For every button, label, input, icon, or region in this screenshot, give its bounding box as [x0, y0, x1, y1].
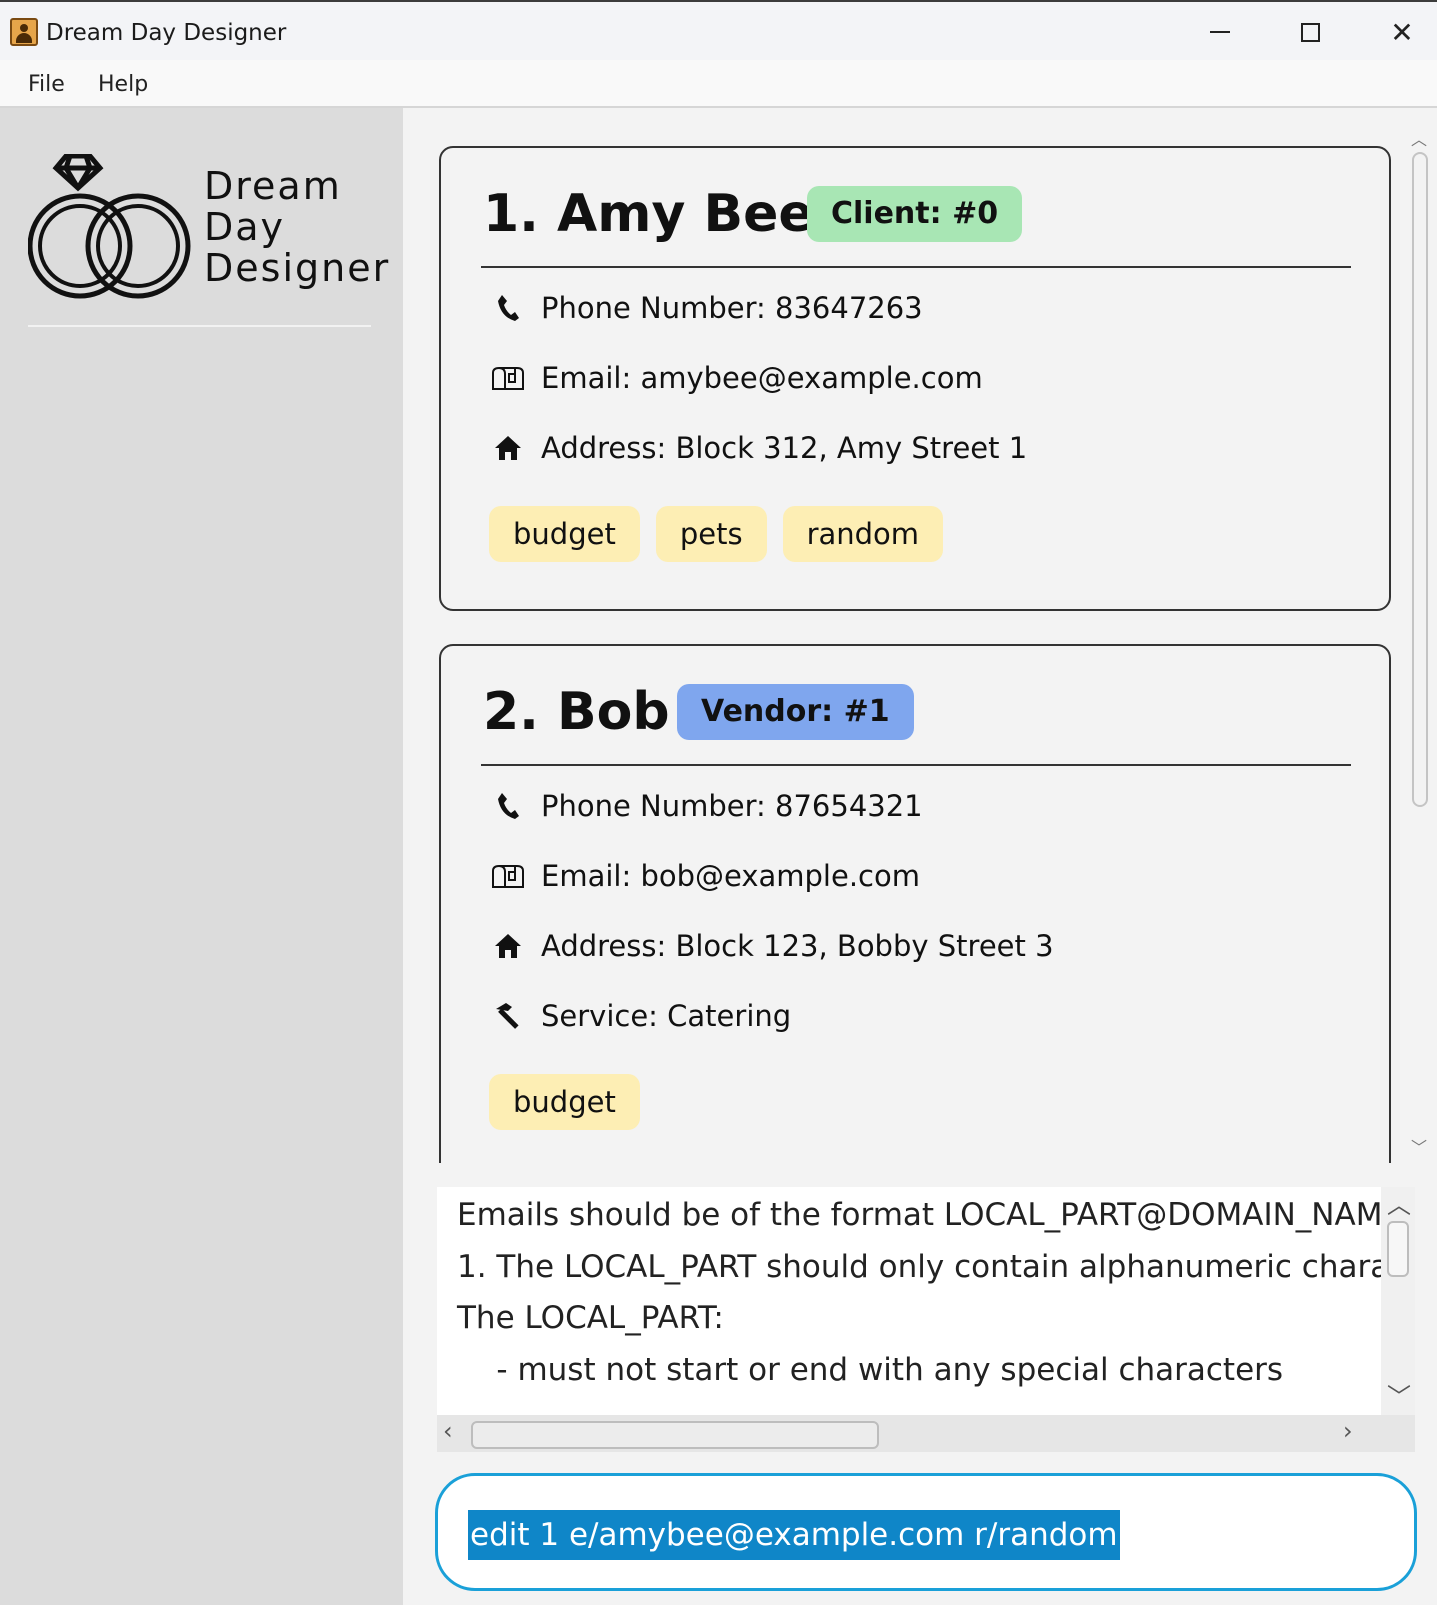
- contact-card[interactable]: 1. Amy Bee Client: #0 Phone Number: 8364…: [439, 146, 1391, 611]
- logo-text-line: Dream: [204, 164, 342, 208]
- contact-list[interactable]: 1. Amy Bee Client: #0 Phone Number: 8364…: [403, 108, 1437, 1163]
- scrollbar-thumb[interactable]: [1387, 1221, 1409, 1277]
- chevron-right-icon[interactable]: ›: [1343, 1417, 1353, 1445]
- phone-row: Phone Number: 87654321: [489, 786, 923, 826]
- service-text: Service: Catering: [541, 999, 792, 1033]
- scroll-up-icon[interactable]: ︿: [1411, 126, 1427, 150]
- maximize-button[interactable]: [1280, 12, 1340, 52]
- email-text: Email: bob@example.com: [541, 859, 920, 893]
- email-text: Email: amybee@example.com: [541, 361, 983, 395]
- card-divider: [481, 764, 1351, 766]
- tag: random: [782, 506, 944, 562]
- mailbox-icon: [489, 858, 527, 894]
- result-vertical-scrollbar[interactable]: ︿ ﹀: [1381, 1187, 1415, 1415]
- scrollbar-thumb[interactable]: [471, 1421, 879, 1449]
- tag-list: budget: [489, 1074, 640, 1130]
- result-line: - must not start or end with any special…: [457, 1352, 1284, 1388]
- tag: pets: [655, 506, 767, 562]
- scroll-down-icon[interactable]: ﹀: [1411, 1134, 1427, 1158]
- role-badge: Client: #0: [807, 186, 1023, 242]
- app-logo: Dream Day Designer: [27, 153, 388, 304]
- home-icon: [489, 928, 527, 964]
- address-row: Address: Block 312, Amy Street 1: [489, 428, 1027, 468]
- chevron-left-icon[interactable]: ‹: [443, 1417, 453, 1445]
- chevron-up-icon[interactable]: ︿: [1387, 1185, 1411, 1220]
- title-bar: Dream Day Designer ✕: [0, 0, 1437, 60]
- result-line: 1. The LOCAL_PART should only contain al…: [457, 1249, 1381, 1285]
- menu-file[interactable]: File: [28, 70, 65, 99]
- app-window: Dream Day Designer ✕ File Help Dream Day…: [0, 0, 1437, 1605]
- hammer-icon: [489, 998, 527, 1034]
- card-divider: [481, 266, 1351, 268]
- logo-text-line: Designer: [204, 246, 391, 290]
- address-text: Address: Block 312, Amy Street 1: [541, 431, 1028, 465]
- menu-help[interactable]: Help: [98, 70, 148, 99]
- contact-card[interactable]: 2. Bob Vendor: #1 Phone Number: 87654321…: [439, 644, 1391, 1163]
- address-text: Address: Block 123, Bobby Street 3: [541, 929, 1054, 963]
- window-title: Dream Day Designer: [46, 20, 287, 46]
- home-icon: [489, 430, 527, 466]
- tag: budget: [489, 506, 640, 562]
- command-input[interactable]: edit 1 e/amybee@example.com r/random: [468, 1510, 1120, 1560]
- mailbox-icon: [489, 360, 527, 396]
- rings-logo-icon: [27, 153, 191, 299]
- command-box[interactable]: edit 1 e/amybee@example.com r/random: [435, 1473, 1417, 1591]
- result-line: The LOCAL_PART:: [457, 1300, 724, 1336]
- result-display: Emails should be of the format LOCAL_PAR…: [437, 1187, 1415, 1452]
- service-row: Service: Catering: [489, 996, 791, 1036]
- phone-row: Phone Number: 83647263: [489, 288, 923, 328]
- address-book-icon: [10, 18, 38, 46]
- phone-text: Phone Number: 83647263: [541, 291, 923, 325]
- result-text-area[interactable]: Emails should be of the format LOCAL_PAR…: [437, 1187, 1381, 1415]
- close-button[interactable]: ✕: [1372, 12, 1432, 52]
- sidebar-divider: [28, 325, 371, 327]
- email-row: Email: bob@example.com: [489, 856, 920, 896]
- minimize-icon: [1210, 31, 1230, 33]
- logo-text: Dream Day Designer: [204, 166, 390, 289]
- chevron-down-icon[interactable]: ﹀: [1387, 1377, 1411, 1412]
- address-row: Address: Block 123, Bobby Street 3: [489, 926, 1054, 966]
- close-icon: ✕: [1390, 15, 1414, 49]
- contact-name: 1. Amy Bee: [483, 184, 814, 244]
- list-scrollbar[interactable]: ︿ ﹀: [1409, 128, 1431, 1158]
- logo-text-line: Day: [204, 205, 286, 249]
- result-horizontal-scrollbar[interactable]: ‹ ›: [437, 1415, 1415, 1452]
- email-row: Email: amybee@example.com: [489, 358, 983, 398]
- minimize-button[interactable]: [1190, 12, 1250, 52]
- scrollbar-thumb[interactable]: [1412, 152, 1428, 807]
- result-line: Emails should be of the format LOCAL_PAR…: [457, 1197, 1381, 1233]
- phone-icon: [489, 788, 527, 824]
- sidebar: Dream Day Designer: [0, 108, 403, 1605]
- phone-text: Phone Number: 87654321: [541, 789, 923, 823]
- contact-name: 2. Bob: [483, 682, 670, 742]
- maximize-icon: [1300, 22, 1320, 42]
- tag-list: budget pets random: [489, 506, 944, 562]
- phone-icon: [489, 290, 527, 326]
- menu-bar: File Help: [0, 60, 1437, 108]
- tag: budget: [489, 1074, 640, 1130]
- role-badge: Vendor: #1: [677, 684, 914, 740]
